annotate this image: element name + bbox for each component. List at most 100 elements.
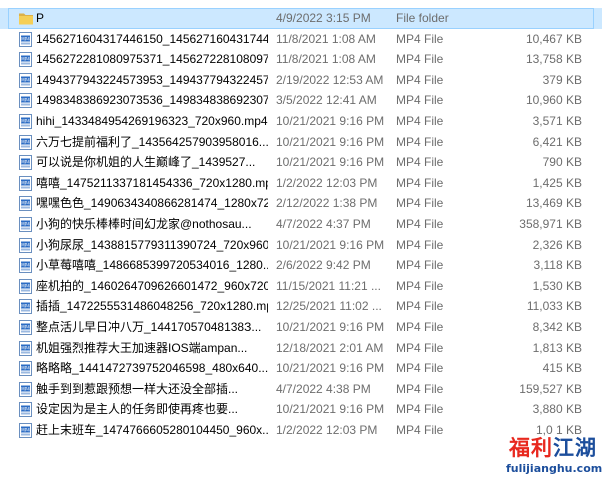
file-name: 略略略_1441472739752046598_480x640.... (36, 361, 268, 376)
svg-text:MP4: MP4 (21, 98, 30, 103)
mp4-file-icon: MP4 (18, 237, 34, 253)
file-row[interactable]: MP4 机姐强烈推荐大王加速器IOS端ampan... 12/18/2021 2:0… (0, 338, 602, 359)
watermark-char: 福 (509, 436, 531, 460)
file-date-modified: 11/8/2021 1:08 AM (276, 31, 376, 46)
file-date-modified: 1/2/2022 12:03 PM (276, 175, 378, 190)
file-row[interactable]: MP4 小草莓嘻嘻_1486685399720534016_1280... 2/6/… (0, 255, 602, 276)
file-type: MP4 File (396, 381, 444, 396)
file-type: MP4 File (396, 155, 444, 170)
watermark-main-text: 福利江湖 (506, 434, 600, 462)
file-name: 1498348386923073536_1498348386923073... (36, 93, 268, 108)
file-size: 415 KB (542, 361, 582, 376)
file-date-modified: 11/8/2021 1:08 AM (276, 52, 376, 67)
file-row[interactable]: MP4 1456272281080975371_1456272281080975.… (0, 49, 602, 70)
file-date-modified: 11/15/2021 11:21 ... (276, 278, 381, 293)
watermark-char: 湖 (575, 436, 597, 460)
file-name: 整点活儿早日冲八万_14417057048138З... (36, 319, 262, 334)
file-size: 3,571 KB (532, 113, 582, 128)
file-type: MP4 File (396, 299, 444, 314)
file-type: MP4 File (396, 134, 444, 149)
file-date-modified: 12/25/2021 11:02 ... (276, 299, 382, 314)
file-type: MP4 File (396, 319, 444, 334)
svg-text:MP4: MP4 (21, 36, 30, 41)
mp4-file-icon: MP4 (18, 175, 34, 191)
mp4-file-icon: MP4 (18, 52, 34, 68)
mp4-file-icon: MP4 (18, 134, 34, 150)
watermark-char: 利 (531, 436, 553, 460)
file-name: hihi_1433484954269196323_720x960.mp4 (36, 113, 268, 128)
file-type: MP4 File (396, 278, 444, 293)
file-type: File folder (396, 11, 449, 25)
file-size: 13,469 KB (525, 196, 582, 211)
file-size: 2,326 KB (532, 237, 582, 252)
file-row[interactable]: MP4 小狗尿尿_1438815779311390724_720x960... 10… (0, 235, 602, 256)
svg-text:MP4: MP4 (21, 201, 30, 206)
watermark-url: fulijianghu.com (506, 462, 602, 475)
folder-row[interactable]: P 4/9/2022 3:15 PM File folder (0, 8, 602, 29)
file-name: P (36, 11, 45, 25)
file-date-modified: 10/21/2021 9:16 PM (276, 237, 385, 252)
file-row[interactable]: MP4 设定因为是主人的任务即使再疼也要... 10/21/2021 9:16 PM… (0, 399, 602, 420)
file-row[interactable]: MP4 1494377943224573953_1494377943224573.… (0, 70, 602, 91)
file-size: 3,118 KB (533, 258, 582, 273)
file-date-modified: 10/21/2021 9:16 PM (276, 113, 385, 128)
file-row[interactable]: MP4 略略略_1441472739752046598_480x640.... 10… (0, 358, 602, 379)
folder-icon (18, 11, 34, 26)
file-name: 小狗尿尿_1438815779311390724_720x960... (36, 237, 268, 252)
file-date-modified: 2/6/2022 9:42 PM (276, 258, 371, 273)
file-name: 赶上末班车_1474766605280104450_960x... (36, 422, 268, 437)
mp4-file-icon: MP4 (18, 361, 34, 377)
svg-text:MP4: MP4 (21, 221, 30, 226)
file-type: MP4 File (396, 31, 444, 46)
mp4-file-icon: MP4 (18, 340, 34, 356)
file-date-modified: 10/21/2021 9:16 PM (276, 402, 385, 417)
file-size: 1,813 KB (532, 340, 582, 355)
mp4-file-icon: MP4 (18, 299, 34, 315)
file-row[interactable]: MP4 hihi_1433484954269196323_720x960.mp4 1… (0, 111, 602, 132)
file-date-modified: 10/21/2021 9:16 PM (276, 319, 385, 334)
svg-text:MP4: MP4 (21, 118, 30, 123)
mp4-file-icon: MP4 (18, 278, 34, 294)
file-name: 六万七提前福利了_143564257903958016... (36, 134, 268, 149)
file-type: MP4 File (396, 216, 444, 231)
mp4-file-icon: MP4 (18, 402, 34, 418)
file-date-modified: 2/12/2022 1:38 PM (276, 196, 378, 211)
file-row[interactable]: MP4 嘿嘿色色_1490634340866281474_1280x72... 2/… (0, 193, 602, 214)
mp4-file-icon: MP4 (18, 319, 34, 335)
mp4-file-icon: MP4 (18, 196, 34, 212)
file-name: 小狗的快乐棒棒时间幻龙家@nothosau... (36, 216, 252, 231)
file-size: 790 KB (542, 155, 582, 170)
svg-text:MP4: MP4 (21, 180, 30, 185)
file-size: 8,342 KB (532, 319, 582, 334)
file-type: MP4 File (396, 258, 444, 273)
file-row[interactable]: MP4 插插_1472255531486048256_720x1280.mp4 12… (0, 296, 602, 317)
file-name: 1456271604317446150_1456271604317446... (36, 31, 268, 46)
file-row[interactable]: MP4 触手到到惹跟预想一样大还没全部插... 4/7/2022 4:38 PM MP… (0, 379, 602, 400)
file-size: 379 KB (542, 72, 582, 87)
svg-text:MP4: MP4 (21, 77, 30, 82)
file-name: 嘻嘻_1475211337181454336_720x1280.mp4 (36, 175, 268, 190)
file-row[interactable]: MP4 可以说是你机姐的人生巅峰了_1439527... 10/21/2021 9:… (0, 152, 602, 173)
file-row[interactable]: MP4 整点活儿早日冲八万_14417057048138З... 10/21/202… (0, 317, 602, 338)
svg-text:MP4: MP4 (21, 139, 30, 144)
file-row[interactable]: MP4 小狗的快乐棒棒时间幻龙家@nothosau... 4/7/2022 4:37… (0, 214, 602, 235)
watermark-logo: 福利江湖 fulijianghu.com (506, 434, 602, 486)
file-type: MP4 File (396, 402, 444, 417)
file-date-modified: 4/7/2022 4:38 PM (276, 381, 371, 396)
file-row[interactable]: MP4 座机拍的_1460264709626601472_960x720... 11… (0, 276, 602, 297)
file-type: MP4 File (396, 196, 444, 211)
file-row[interactable]: MP4 1498348386923073536_1498348386923073.… (0, 90, 602, 111)
file-name: 座机拍的_1460264709626601472_960x720... (36, 278, 268, 293)
watermark-char: 江 (553, 436, 575, 460)
file-name: 触手到到惹跟预想一样大还没全部插... (36, 381, 239, 396)
mp4-file-icon: MP4 (18, 422, 34, 438)
mp4-file-icon: MP4 (18, 258, 34, 274)
file-row[interactable]: MP4 1456271604317446150_1456271604317446.… (0, 29, 602, 50)
file-name: 嘿嘿色色_1490634340866281474_1280x72... (36, 196, 268, 211)
file-date-modified: 4/9/2022 3:15 PM (276, 11, 371, 25)
mp4-file-icon: MP4 (18, 72, 34, 88)
file-type: MP4 File (396, 361, 444, 376)
file-size: 159,527 KB (519, 381, 582, 396)
file-row[interactable]: MP4 六万七提前福利了_143564257903958016... 10/21/2… (0, 132, 602, 153)
file-row[interactable]: MP4 嘻嘻_1475211337181454336_720x1280.mp4 1/… (0, 173, 602, 194)
